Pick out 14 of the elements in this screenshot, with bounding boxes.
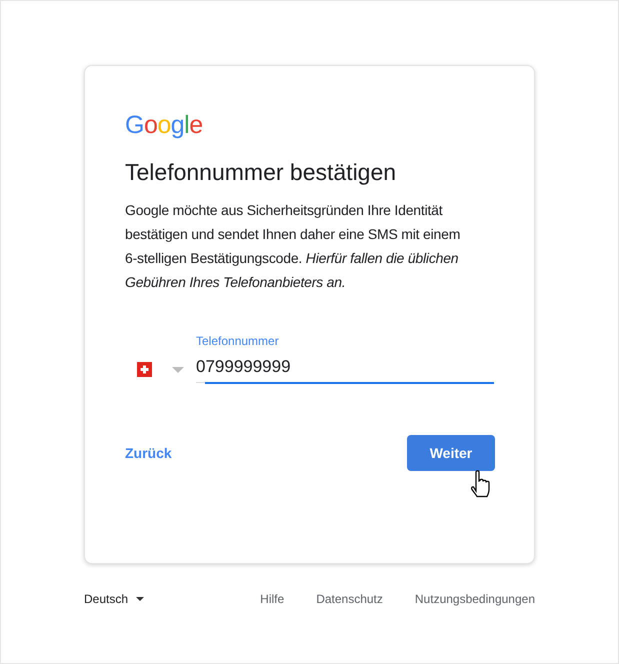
- footer-link[interactable]: Nutzungsbedingungen: [414, 590, 535, 608]
- hand-cursor-icon: [470, 470, 492, 500]
- phone-input[interactable]: 0799999999: [196, 356, 494, 378]
- footer-link[interactable]: Hilfe: [260, 590, 284, 608]
- caret-icon: [136, 597, 144, 601]
- page-title: Telefonnummer bestätigen: [125, 158, 398, 187]
- back-link[interactable]: Zurück: [125, 442, 172, 464]
- footer-link[interactable]: Datenschutz: [316, 590, 383, 608]
- description: Google möchte aus Sicherheitsgründen Ihre Identität bestätigen und sendet Ihnen daher eine SMS mit einem 6-stelligen Bestätigungscode. Hierfür fallen die üblichen Gebühren Ihres Telefonanbieters an.: [125, 201, 462, 292]
- language-selector[interactable]: Deutsch: [84, 590, 144, 608]
- phone-field[interactable]: Telefonnummer 0799999999: [196, 334, 494, 385]
- logo: Google: [125, 110, 203, 140]
- next-button[interactable]: Weiter: [407, 435, 495, 471]
- country-flag-icon[interactable]: [137, 362, 152, 377]
